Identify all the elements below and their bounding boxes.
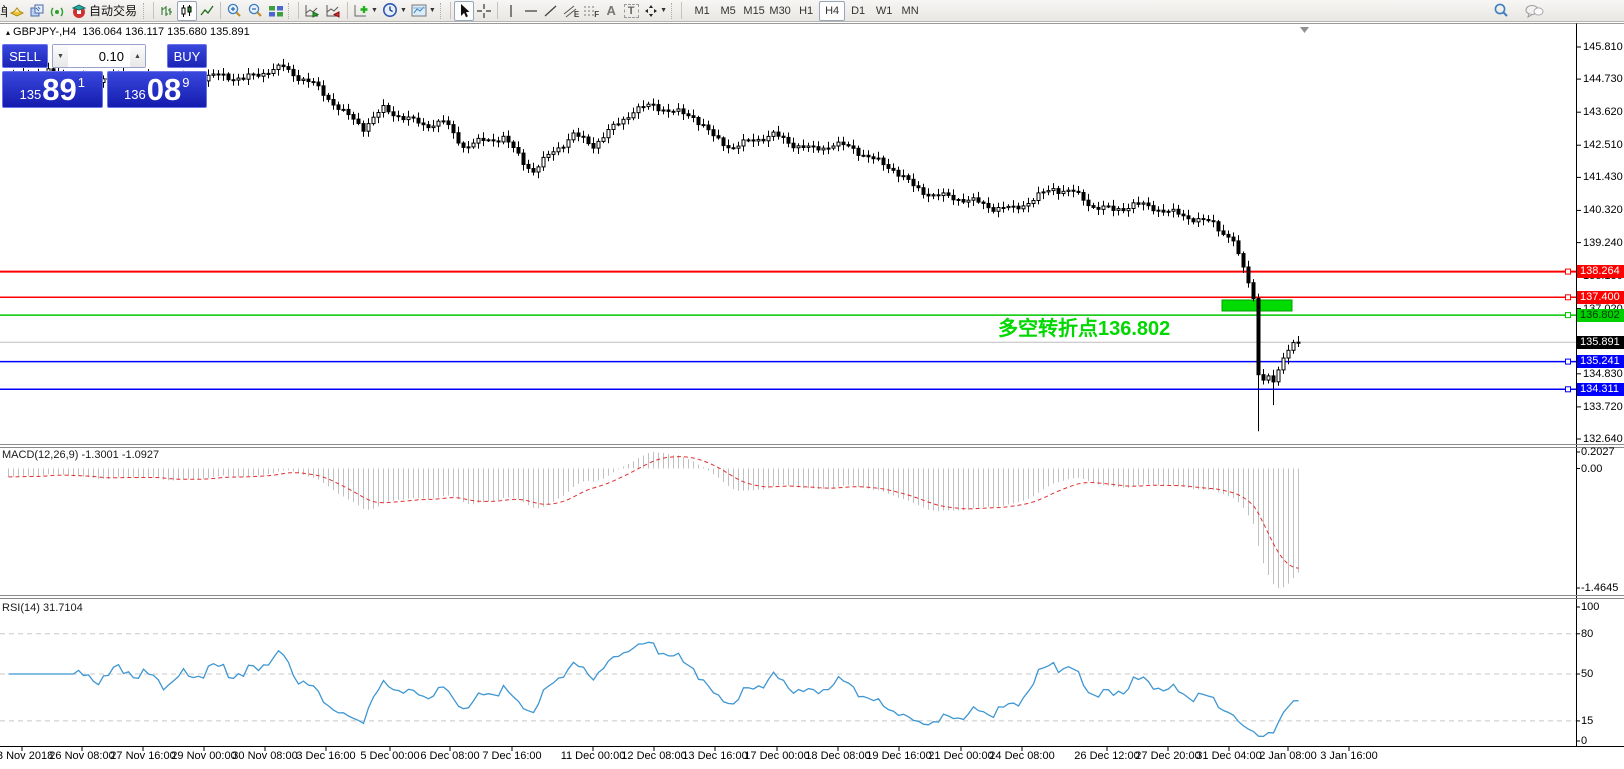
profiles-icon[interactable] xyxy=(27,1,47,21)
timeframe-m15[interactable]: M15 xyxy=(741,1,767,21)
autotrading-label: 自动交易 xyxy=(89,4,138,18)
chart-shift-icon[interactable] xyxy=(323,1,344,21)
signals-icon[interactable] xyxy=(47,1,67,21)
label-tool-letter: T xyxy=(623,3,639,18)
auto-scroll-icon[interactable] xyxy=(302,1,323,21)
level-handle[interactable] xyxy=(1565,312,1571,319)
sell-price-button[interactable]: 135 89 1 xyxy=(2,71,103,108)
buy-price-button[interactable]: 136 08 9 xyxy=(106,71,207,108)
arrows-tool[interactable]: ▼ xyxy=(641,1,669,21)
buy-button[interactable]: BUY xyxy=(167,44,207,68)
one-click-trading-panel: SELL ▼ 0.10 ▲ BUY 135 89 1 136 08 9 xyxy=(2,44,207,108)
fibonacci-tool[interactable]: F xyxy=(581,1,601,21)
periods-button[interactable]: ▼ xyxy=(380,1,409,21)
buy-price-main: 136 xyxy=(124,87,146,102)
crosshair-tool[interactable] xyxy=(474,1,494,21)
templates-button[interactable]: ▼ xyxy=(409,1,438,21)
line-chart-icon[interactable] xyxy=(197,1,217,21)
bar-chart-icon[interactable] xyxy=(157,1,177,21)
autotrading-button[interactable]: 自动交易 xyxy=(67,1,141,21)
candlestick-chart-icon[interactable] xyxy=(177,0,198,21)
sell-button[interactable]: SELL xyxy=(2,44,48,68)
timeframe-mn[interactable]: MN xyxy=(897,1,923,21)
buy-price-sup: 9 xyxy=(182,75,190,90)
volume-value[interactable]: 0.10 xyxy=(68,45,130,67)
chevron-down-icon: ▼ xyxy=(660,7,668,14)
tile-windows-icon[interactable] xyxy=(266,1,286,21)
channel-tool-letter: E xyxy=(573,9,580,19)
timeframe-group: M1 M5 M15 M30 H1 H4 D1 W1 MN xyxy=(689,0,923,21)
sell-price-sup: 1 xyxy=(77,75,85,90)
text-tool[interactable]: A xyxy=(601,1,621,21)
cursor-tool[interactable] xyxy=(453,0,474,21)
chart-background xyxy=(0,22,1624,769)
volume-spinner[interactable]: ▼ 0.10 ▲ xyxy=(52,44,146,68)
main-toolbar: 单 自动交易 ▼ ▼ ▼ E F A T ▼ M1 M5 M15 M30 H1 … xyxy=(0,0,1624,22)
zoom-in-icon[interactable] xyxy=(224,1,245,21)
chevron-down-icon: ▼ xyxy=(428,7,436,14)
level-handle[interactable] xyxy=(1565,358,1571,365)
text-label-tool[interactable]: T xyxy=(621,1,641,21)
volume-increase-button[interactable]: ▲ xyxy=(130,45,145,67)
volume-decrease-button[interactable]: ▼ xyxy=(53,45,68,67)
timeframe-m30[interactable]: M30 xyxy=(767,1,793,21)
timeframe-d1[interactable]: D1 xyxy=(845,1,871,21)
zoom-out-icon[interactable] xyxy=(245,1,266,21)
level-handle[interactable] xyxy=(1565,268,1571,275)
equidistant-channel-tool[interactable]: E xyxy=(561,1,581,21)
buy-price-big: 08 xyxy=(146,72,182,107)
fibo-tool-letter: F xyxy=(594,9,600,19)
clipped-toolbar-icon: 单 xyxy=(0,4,7,19)
trendline-tool[interactable] xyxy=(541,1,561,21)
chart-canvas[interactable] xyxy=(0,22,1624,769)
text-tool-letter: A xyxy=(606,3,616,18)
sell-price-main: 135 xyxy=(19,87,42,102)
chevron-down-icon: ▼ xyxy=(371,7,378,14)
timeframe-m1[interactable]: M1 xyxy=(689,1,715,21)
search-icon[interactable] xyxy=(1491,1,1512,21)
timeframe-w1[interactable]: W1 xyxy=(871,1,897,21)
timeframe-h1[interactable]: H1 xyxy=(793,1,819,21)
level-handle[interactable] xyxy=(1565,294,1571,301)
vertical-line-tool[interactable] xyxy=(501,1,521,21)
timeframe-m5[interactable]: M5 xyxy=(715,1,741,21)
level-handle[interactable] xyxy=(1565,386,1571,393)
timeframe-h4[interactable]: H4 xyxy=(819,0,846,21)
chat-icon[interactable] xyxy=(1522,1,1546,21)
sell-price-big: 89 xyxy=(42,72,77,107)
add-indicator-button[interactable]: ▼ xyxy=(351,1,380,21)
new-order-button[interactable] xyxy=(7,1,27,21)
chevron-down-icon: ▼ xyxy=(399,7,407,14)
horizontal-line-tool[interactable] xyxy=(521,1,541,21)
